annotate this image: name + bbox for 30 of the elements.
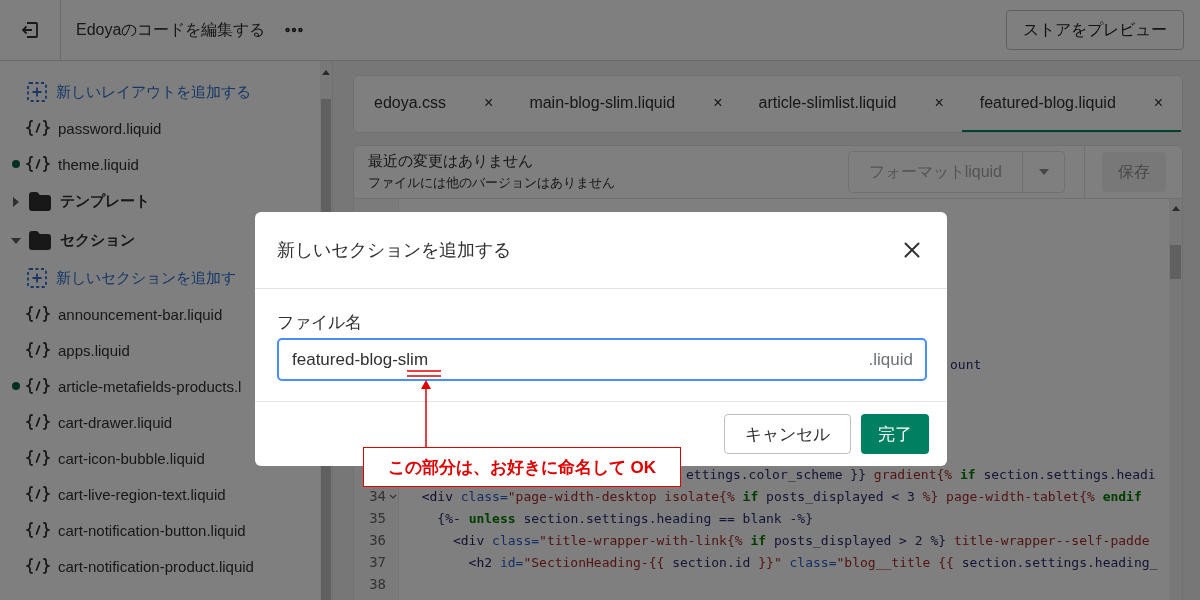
- line-number: 37: [369, 554, 386, 570]
- code-line: {%- unless section.settings.heading == blank -%}: [436, 510, 813, 526]
- code-line: ount: [950, 356, 982, 372]
- file-name: cart-drawer.liquid: [58, 413, 173, 431]
- file-name: cart-notification-product.liquid: [58, 557, 254, 575]
- file-name: apps.liquid: [58, 341, 130, 359]
- file-extension: .liquid: [868, 350, 913, 370]
- code-line: <div class="title-wrapper-with-link{% if posts_displayed > 2 %} title-wrapper--self-padde: [451, 532, 1150, 548]
- field-label: ファイル名: [277, 312, 363, 334]
- version-note: ファイルには他のバージョンはありません: [368, 174, 615, 192]
- file-name: cart-live-region-text.liquid: [58, 485, 226, 503]
- file-name: cart-notification-button.liquid: [58, 521, 246, 539]
- folder-name: セクション: [60, 231, 135, 250]
- file-name: cart-icon-bubble.liquid: [58, 449, 205, 467]
- annotation-callout: この部分は、お好きに命名して OK: [363, 447, 681, 487]
- line-number: 35: [369, 510, 386, 526]
- file-name: announcement-bar.liquid: [58, 305, 223, 323]
- code-line: <h2 id="SectionHeading-{{ section.id }}" class="blog__title {{ section.settings.heading_: [467, 554, 1158, 570]
- page-title: Edoyaのコードを編集する: [76, 19, 266, 40]
- file-name: password.liquid: [58, 119, 162, 137]
- folder-name: テンプレート: [60, 192, 150, 211]
- line-number: 36: [369, 532, 386, 548]
- code-line: ettings.color_scheme }} gradient{% if section.settings.headi: [686, 466, 1156, 482]
- dialog-title: 新しいセクションを追加する: [277, 239, 511, 262]
- line-number: 38: [369, 576, 386, 592]
- file-name: article-metafields-products.l: [58, 377, 242, 395]
- file-name: theme.liquid: [58, 155, 139, 173]
- code-line: <div class="page-width-desktop isolate{% if posts_displayed < 3 %} page-width-tablet{% endif: [420, 488, 1142, 504]
- status-text: 最近の変更はありません: [368, 152, 534, 171]
- line-number: 34: [369, 488, 386, 504]
